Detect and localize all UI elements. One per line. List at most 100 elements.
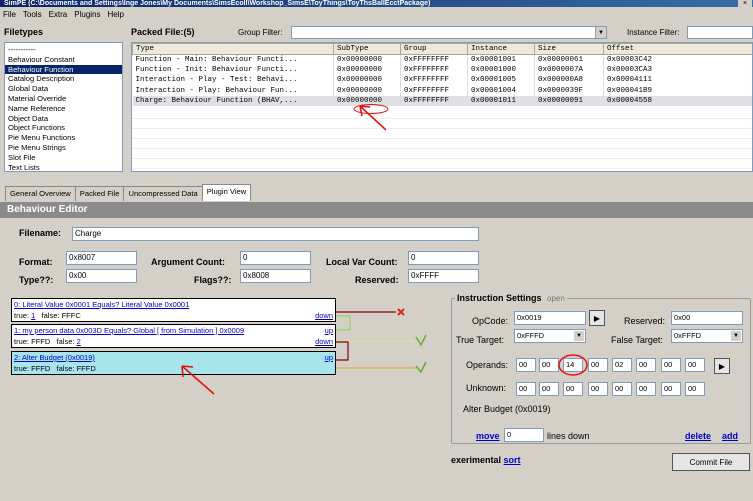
operand-field-3[interactable]: 00 <box>588 358 608 372</box>
filetype-item[interactable]: Object Data <box>5 114 122 124</box>
false-target-combo[interactable]: 0xFFFD ▼ <box>671 329 743 343</box>
filetype-item[interactable]: Pie Menu Strings <box>5 143 122 153</box>
format-field[interactable]: 0x8007 <box>66 251 137 265</box>
false-target-label: False Target: <box>611 335 663 345</box>
filetype-item[interactable]: Material Override <box>5 94 122 104</box>
instruction-item[interactable]: 0: Literal Value 0x0001 Equals? Literal … <box>11 298 336 322</box>
move-link[interactable]: move <box>476 431 500 441</box>
operand-field-5[interactable]: 00 <box>636 358 656 372</box>
chevron-down-icon[interactable]: ▼ <box>595 27 606 38</box>
instruction-settings-label: Instruction Settings <box>457 293 542 303</box>
down-link[interactable]: down <box>315 337 333 346</box>
unknown-field-6[interactable]: 00 <box>661 382 681 396</box>
close-icon[interactable]: × <box>738 0 752 7</box>
table-row-selected[interactable]: Charge: Behaviour Function (BHAV,... 0x00… <box>132 95 752 106</box>
open-link[interactable]: open <box>547 294 565 303</box>
play-button[interactable]: ▶ <box>714 358 730 374</box>
true-target-combo[interactable]: 0xFFFD ▼ <box>514 329 586 343</box>
filetype-item[interactable]: Pie Menu Functions <box>5 133 122 143</box>
table-row[interactable]: Function - Init: Behaviour Functi... 0x00… <box>132 64 752 76</box>
table-row[interactable]: Function - Main: Behaviour Functi... 0x00… <box>132 54 752 65</box>
reserved-settings-field[interactable]: 0x00 <box>671 311 743 325</box>
instruction-title[interactable]: 1: my person data 0x003D Equals? Global … <box>12 325 335 336</box>
filetype-item[interactable]: Global Data <box>5 84 122 94</box>
table-cell: 0x000041B9 <box>603 85 752 96</box>
packed-file-title: Packed File:(5) <box>131 27 195 37</box>
instruction-title[interactable]: 0: Literal Value 0x0001 Equals? Literal … <box>12 299 335 310</box>
argument-count-field[interactable]: 0 <box>240 251 311 265</box>
menu-tools[interactable]: Tools <box>23 10 42 19</box>
instruction-description: Alter Budget (0x0019) <box>463 404 551 414</box>
commit-file-button[interactable]: Commit File <box>672 453 750 471</box>
tab-packed-file[interactable]: Packed File <box>74 186 125 201</box>
table-cell: 0xFFFFFFFF <box>400 64 468 76</box>
experimental-label: exerimental <box>451 455 502 465</box>
tab-plugin-view[interactable]: Plugin View <box>201 184 252 201</box>
table-cell: 0x00000000 <box>333 85 401 96</box>
chevron-down-icon[interactable]: ▼ <box>731 331 741 341</box>
unknown-field-5[interactable]: 00 <box>636 382 656 396</box>
column-header[interactable]: SubType <box>333 43 401 55</box>
column-header[interactable]: Group <box>400 43 468 55</box>
false-target-link[interactable]: 2 <box>77 337 81 346</box>
operand-field-4[interactable]: 02 <box>612 358 632 372</box>
filetypes-title: Filetypes <box>4 27 44 37</box>
operand-field-1[interactable]: 00 <box>539 358 559 372</box>
unknown-field-3[interactable]: 00 <box>588 382 608 396</box>
type-field[interactable]: 0x00 <box>66 269 137 283</box>
table-row[interactable]: Interaction - Play - Test: Behavi... 0x00… <box>132 75 752 86</box>
filetype-item-selected[interactable]: Behaviour Function <box>5 64 122 75</box>
unknown-label: Unknown: <box>466 383 507 393</box>
instruction-item[interactable]: 1: my person data 0x003D Equals? Global … <box>11 324 336 348</box>
operand-field-6[interactable]: 00 <box>661 358 681 372</box>
column-header[interactable]: Instance <box>467 43 535 55</box>
filetype-item[interactable]: Name Reference <box>5 104 122 114</box>
filetype-item[interactable]: Object Functions <box>5 123 122 133</box>
unknown-field-2[interactable]: 00 <box>563 382 583 396</box>
tab-uncompressed-data[interactable]: Uncompressed Data <box>123 186 203 201</box>
unknown-field-1[interactable]: 00 <box>539 382 559 396</box>
column-header[interactable]: Offset <box>603 43 752 55</box>
delete-link[interactable]: delete <box>685 431 711 441</box>
instruction-item-selected[interactable]: 2: Alter Budget (0x0019) true: FFFD fals… <box>11 351 336 375</box>
instruction-title[interactable]: 2: Alter Budget (0x0019) <box>12 352 335 363</box>
unknown-field-4[interactable]: 00 <box>612 382 632 396</box>
tab-general-overview[interactable]: General Overview <box>5 186 76 201</box>
filetype-item[interactable]: ----------- <box>5 45 122 55</box>
local-var-count-field[interactable]: 0 <box>408 251 479 265</box>
menu-extra[interactable]: Extra <box>49 10 68 19</box>
play-button[interactable]: ▶ <box>589 310 605 326</box>
unknown-field-0[interactable]: 00 <box>516 382 536 396</box>
move-lines-field[interactable]: 0 <box>504 428 544 442</box>
flags-field[interactable]: 0x8008 <box>240 269 311 283</box>
filetypes-list[interactable]: ----------- Behaviour Constant Behaviour… <box>4 42 123 172</box>
menu-help[interactable]: Help <box>108 10 124 19</box>
operand-field-0[interactable]: 00 <box>516 358 536 372</box>
add-link[interactable]: add <box>722 431 738 441</box>
opcode-field[interactable]: 0x0019 <box>514 311 586 325</box>
instance-filter-label: Instance Filter: <box>627 28 680 37</box>
table-row[interactable]: Interaction - Play: Behaviour Fun... 0x00… <box>132 85 752 96</box>
filetype-item[interactable]: Behaviour Constant <box>5 55 122 65</box>
true-target-value: FFFD <box>31 337 51 346</box>
sort-link[interactable]: sort <box>504 455 521 465</box>
group-filter-combo[interactable]: ▼ <box>291 26 607 39</box>
filename-field[interactable]: Charge <box>72 227 479 241</box>
filetype-item[interactable]: Text Lists <box>5 163 122 171</box>
filetype-item[interactable]: Catalog Description <box>5 74 122 84</box>
reserved-field[interactable]: 0xFFFF <box>408 269 479 283</box>
menu-plugins[interactable]: Plugins <box>74 10 100 19</box>
chevron-down-icon[interactable]: ▼ <box>574 331 584 341</box>
column-header[interactable]: Type <box>132 43 334 55</box>
menu-file[interactable]: File <box>3 10 16 19</box>
unknown-field-7[interactable]: 00 <box>685 382 705 396</box>
up-link[interactable]: up <box>325 326 333 335</box>
column-header[interactable]: Size <box>534 43 604 55</box>
true-target-link[interactable]: 1 <box>31 311 35 320</box>
operand-field-7[interactable]: 00 <box>685 358 705 372</box>
up-link[interactable]: up <box>325 353 333 362</box>
table-cell: Function - Main: Behaviour Functi... <box>132 54 334 65</box>
instance-filter-input[interactable] <box>687 26 753 39</box>
down-link[interactable]: down <box>315 311 333 320</box>
filetype-item[interactable]: Slot File <box>5 153 122 163</box>
